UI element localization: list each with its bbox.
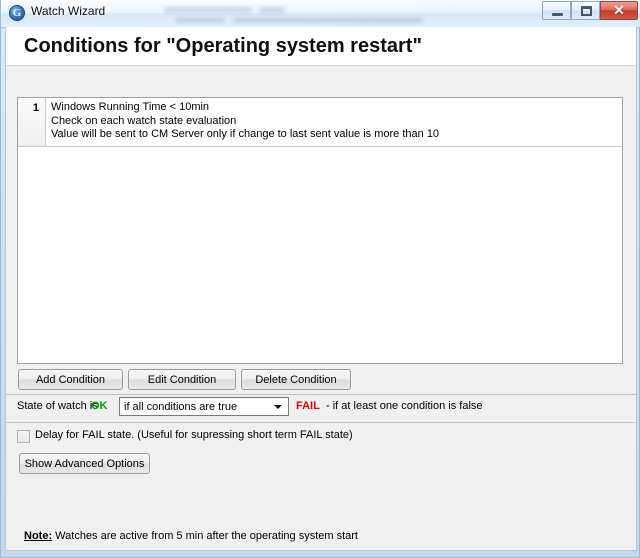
client-area: Conditions for "Operating system restart… [5, 27, 637, 551]
minimize-button[interactable] [542, 1, 571, 20]
state-of-watch-row: State of watch is OK if all conditions a… [6, 395, 636, 421]
conditions-panel: 1 Windows Running Time < 10min Check on … [6, 66, 636, 394]
show-advanced-options-button[interactable]: Show Advanced Options [19, 453, 150, 474]
add-condition-button[interactable]: Add Condition [18, 369, 123, 390]
state-of-watch-label: State of watch is [17, 400, 98, 412]
condition-mode-value: if all conditions are true [124, 401, 238, 413]
maximize-button[interactable] [571, 1, 600, 20]
minimize-icon [552, 13, 563, 16]
window-title: Watch Wizard [31, 4, 106, 18]
divider [6, 422, 636, 423]
wizard-button-bar [6, 521, 636, 550]
close-icon: ✕ [613, 2, 625, 18]
conditions-list[interactable]: 1 Windows Running Time < 10min Check on … [17, 97, 623, 364]
chevron-down-icon [274, 405, 282, 409]
state-fail-badge: FAIL [296, 400, 320, 412]
condition-mode-select[interactable]: if all conditions are true [119, 397, 289, 416]
glass-reflection [259, 7, 285, 13]
app-icon [9, 5, 25, 21]
table-row[interactable]: 1 Windows Running Time < 10min Check on … [18, 98, 622, 147]
glass-reflection [233, 18, 423, 23]
state-ok-badge: OK [91, 400, 108, 412]
close-button[interactable]: ✕ [600, 1, 638, 20]
edit-condition-button[interactable]: Edit Condition [128, 369, 236, 390]
condition-line: Value will be sent to CM Server only if … [51, 128, 440, 140]
page-title: Conditions for "Operating system restart… [24, 35, 422, 57]
delete-condition-button[interactable]: Delete Condition [241, 369, 351, 390]
condition-number: 1 [18, 98, 46, 146]
state-fail-description: - if at least one condition is false [326, 400, 483, 412]
condition-text: Windows Running Time < 10min Check on ea… [46, 98, 622, 146]
condition-line: Windows Running Time < 10min [51, 101, 210, 113]
header-bar: Conditions for "Operating system restart… [6, 27, 636, 66]
watch-wizard-window: Watch Wizard ✕ Conditions for "Operating… [0, 0, 640, 558]
delay-for-fail-label: Delay for FAIL state. (Useful for supres… [35, 429, 353, 441]
title-bar[interactable]: Watch Wizard ✕ [1, 0, 640, 28]
restore-icon [581, 6, 592, 16]
glass-reflection [164, 7, 252, 13]
condition-line: Check on each watch state evaluation [51, 114, 237, 127]
delay-for-fail-checkbox[interactable] [17, 430, 30, 443]
glass-reflection [175, 18, 225, 23]
